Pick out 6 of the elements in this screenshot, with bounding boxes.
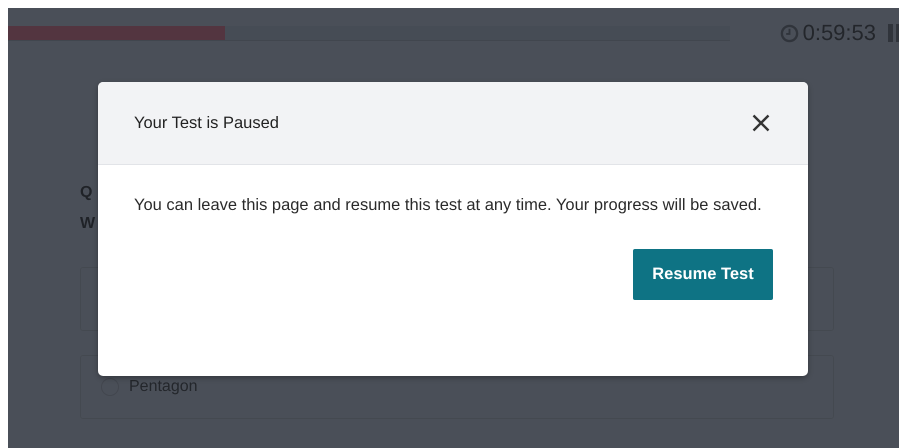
pause-icon[interactable] <box>888 24 899 42</box>
dialog-title: Your Test is Paused <box>134 114 279 132</box>
clock-icon <box>780 24 799 42</box>
resume-button[interactable]: Resume Test <box>633 249 773 300</box>
close-icon[interactable] <box>752 114 770 132</box>
dialog-message: You can leave this page and resume this test at any time. Your progress will be saved. <box>134 195 763 216</box>
